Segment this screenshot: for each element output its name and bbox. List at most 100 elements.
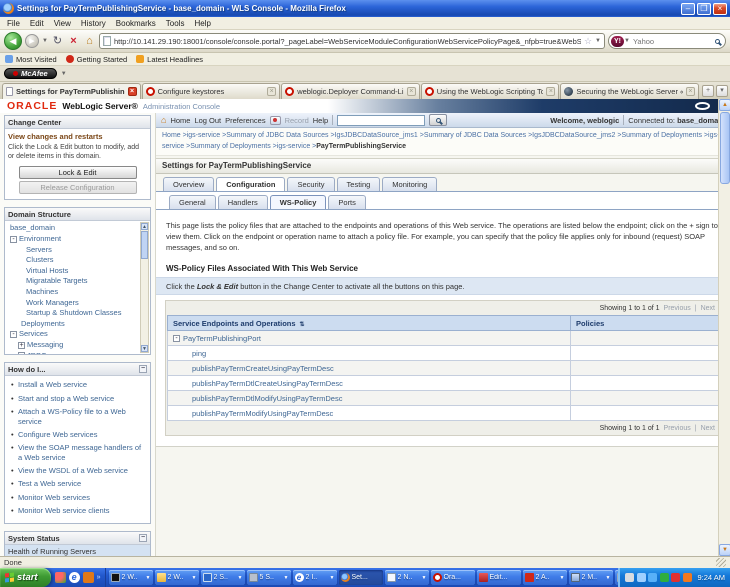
column-endpoints[interactable]: Service Endpoints and Operations [167,315,571,332]
tab-close-icon[interactable]: × [267,87,277,96]
tree-item[interactable]: JDBC [7,351,137,355]
tree-item[interactable]: Work Managers [7,298,137,309]
mcafee-dropdown-icon[interactable]: ▼ [61,71,67,77]
console-search-button[interactable] [429,114,448,126]
taskbar-button[interactable]: 2 S.. ▼ [200,570,245,585]
tree-item-label[interactable]: Messaging [27,340,63,351]
endpoint-link[interactable]: publishPayTermModifyUsingPayTermDesc [192,409,333,418]
tree-item-label[interactable]: Deployments [21,319,65,330]
tree-item-label[interactable]: Startup & Shutdown Classes [26,308,121,319]
tab-close-icon[interactable]: × [546,87,556,96]
taskbar-button[interactable]: 2 I.. ▼ [292,570,337,585]
search-magnifier-icon[interactable] [715,38,720,44]
history-dropdown-icon[interactable]: ▼ [42,38,48,44]
mcafee-menu-button[interactable]: McAfee [4,68,57,79]
taskbar-button[interactable]: 2 W.. ▼ [108,570,153,585]
stop-icon[interactable]: × [67,35,80,47]
refresh-icon[interactable]: ↻ [51,35,64,47]
yahoo-engine-icon[interactable]: Y! [611,35,624,47]
minimize-button[interactable]: – [681,2,695,15]
scroll-thumb[interactable] [720,112,730,184]
browser-tab[interactable]: Using the WebLogic Scripting Tool × [420,83,560,99]
list-tabs-button[interactable]: ▾ [716,85,728,97]
messenger-icon[interactable] [682,573,692,582]
collapse-panel-icon[interactable]: − [139,365,147,374]
url-dropdown-icon[interactable]: ▼ [595,38,601,44]
how-do-i-link[interactable]: Test a Web service [10,479,147,489]
subtab[interactable]: General [169,194,216,209]
bookmark-star-icon[interactable]: ☆ [584,36,592,46]
home-icon[interactable]: ⌂ [83,35,96,47]
taskbar-button[interactable]: 2 A.. ▼ [522,570,567,585]
subtab[interactable]: Handlers [217,194,268,209]
tree-item-label[interactable]: base_domain [10,223,55,234]
tree-item[interactable]: base_domain [7,223,137,234]
group-dropdown-icon[interactable]: ▼ [560,575,565,581]
tree-item[interactable]: Startup & Shutdown Classes [7,308,137,319]
how-do-i-link[interactable]: Configure Web services [10,430,147,440]
how-do-i-link[interactable]: Start and stop a Web service [10,394,147,404]
taskbar-button[interactable]: Edit... ▼ [476,570,521,585]
collapse-panel-icon[interactable]: − [139,534,147,543]
previous-link[interactable]: Previous [664,305,691,312]
tab[interactable]: Security [287,176,335,191]
logout-link[interactable]: Log Out [194,116,221,125]
how-do-i-link[interactable]: Monitor Web service clients [10,506,147,516]
group-dropdown-icon[interactable]: ▼ [146,575,151,581]
tab[interactable]: Monitoring [382,176,438,191]
scroll-down-icon[interactable]: ▼ [719,544,730,556]
tree-scrollbar[interactable]: ▲ ▼ [140,222,149,354]
browser-tab[interactable]: Settings for PayTermPublishing... × [2,83,141,99]
tree-toggle-icon[interactable] [10,331,17,339]
tree-item[interactable]: Machines [7,287,137,298]
tree-toggle-icon[interactable] [10,235,17,243]
record-icon[interactable] [269,115,281,125]
tree-toggle-icon[interactable] [18,341,25,349]
lock-edit-button[interactable]: Lock & Edit [18,166,137,180]
taskbar-button[interactable]: 5 S.. ▼ [246,570,291,585]
security-shield-icon[interactable] [625,573,635,582]
endpoint-link[interactable]: publishPayTermCreateUsingPayTermDesc [192,364,334,373]
tree-item[interactable]: Messaging [7,340,137,351]
taskbar-button[interactable]: 2 M.. ▼ [568,570,613,585]
taskbar-button[interactable]: 2 N.. ▼ [384,570,429,585]
home-house-icon[interactable]: ⌂ [161,115,166,125]
bookmark-item[interactable]: Latest Headlines [136,55,203,64]
tab-close-icon[interactable]: × [685,87,695,96]
browser-tab[interactable]: weblogic.Deployer Command-Line Ref... × [281,83,420,99]
view-changes-link[interactable]: View changes and restarts [5,129,150,143]
tree-item-label[interactable]: Servers [26,245,52,256]
tree-item[interactable]: Virtual Hosts [7,266,137,277]
menu-item[interactable]: Help [189,19,215,28]
group-dropdown-icon[interactable]: ▼ [606,575,611,581]
restore-button[interactable]: ❐ [697,2,711,15]
console-search-input[interactable] [337,114,426,126]
tree-item-label[interactable]: Services [19,329,48,340]
tree-item-label[interactable]: Machines [26,287,58,298]
resize-grip[interactable] [716,558,726,567]
forward-button[interactable]: ▶ [25,34,39,48]
tree-scroll-thumb[interactable] [141,231,148,260]
tree-toggle-icon[interactable] [18,352,25,355]
browser-tab[interactable]: Configure keystores × [141,83,281,99]
tree-item-label[interactable]: Environment [19,234,61,245]
how-do-i-link[interactable]: View the WSDL of a Web service [10,466,147,476]
hidden-icons-chevron[interactable] [636,573,646,582]
how-do-i-link[interactable]: View the SOAP message handlers of a Web … [10,443,147,463]
quick-launch-app-icon[interactable] [54,572,66,583]
collapse-row-icon[interactable] [173,335,180,343]
subtab[interactable]: Ports [328,194,366,209]
menu-item[interactable]: History [76,19,111,28]
tree-item[interactable]: Services [7,329,137,340]
scroll-up-icon[interactable]: ▲ [719,99,730,111]
menu-item[interactable]: Edit [25,19,49,28]
start-button[interactable]: start [0,568,51,587]
help-link[interactable]: Help [313,116,328,125]
group-dropdown-icon[interactable]: ▼ [330,575,335,581]
menu-item[interactable]: Bookmarks [111,19,161,28]
taskbar-button[interactable]: 2 W.. ▼ [154,570,199,585]
endpoint-link[interactable]: publishPayTermDtlCreateUsingPayTermDesc [192,379,343,388]
new-tab-button[interactable]: + [702,85,714,97]
tree-item-label[interactable]: Clusters [26,255,54,266]
how-do-i-link[interactable]: Monitor Web services [10,493,147,503]
